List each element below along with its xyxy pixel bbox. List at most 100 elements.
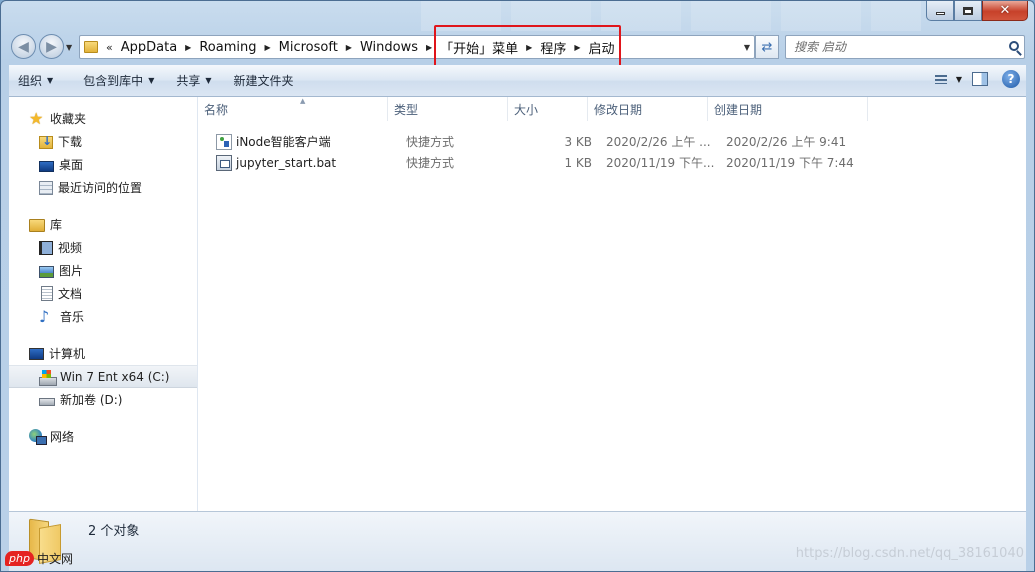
column-header-type[interactable]: 类型 bbox=[388, 97, 508, 121]
organize-label: 组织 bbox=[18, 74, 43, 88]
file-created: 2020/11/19 下午 7:44 bbox=[726, 156, 854, 170]
share-label: 共享 bbox=[176, 74, 201, 88]
file-type: 快捷方式 bbox=[406, 135, 455, 149]
sidebar-item-label: 库 bbox=[50, 218, 63, 232]
breadcrumb-separator-icon[interactable]: ▶ bbox=[264, 43, 270, 52]
include-library-button[interactable]: 包含到库中 ▼ bbox=[74, 69, 163, 93]
video-icon bbox=[39, 240, 53, 255]
network-group: 网络 bbox=[9, 425, 197, 448]
breadcrumb-item[interactable]: AppData bbox=[121, 40, 177, 55]
column-header-name[interactable]: 名称 bbox=[198, 97, 388, 121]
details-view-icon bbox=[934, 74, 947, 84]
sidebar-item-desktop[interactable]: 桌面 bbox=[9, 153, 197, 176]
preview-pane-button[interactable] bbox=[972, 72, 988, 86]
breadcrumb: « AppData ▶ Roaming ▶ Microsoft ▶ Window… bbox=[106, 38, 615, 57]
sidebar-item-computer[interactable]: 计算机 bbox=[9, 342, 197, 365]
address-bar[interactable]: « AppData ▶ Roaming ▶ Microsoft ▶ Window… bbox=[79, 35, 755, 59]
maximize-button[interactable] bbox=[954, 1, 982, 21]
breadcrumb-item[interactable]: Microsoft bbox=[279, 40, 338, 55]
breadcrumb-separator-icon[interactable]: ▶ bbox=[526, 43, 532, 52]
file-list: 名称 类型 大小 修改日期 创建日期 ▲ iNode智能客户端 快捷方式 3 K… bbox=[198, 97, 1026, 511]
sidebar-item-downloads[interactable]: 下载 bbox=[9, 130, 197, 153]
minimize-button[interactable] bbox=[926, 1, 954, 21]
sidebar-item-label: Win 7 Ent x64 (C:) bbox=[60, 369, 170, 384]
drive-icon bbox=[39, 398, 55, 406]
sidebar-item-drive-c[interactable]: Win 7 Ent x64 (C:) bbox=[9, 365, 197, 388]
sidebar-item-network[interactable]: 网络 bbox=[9, 425, 197, 448]
organize-button[interactable]: 组织 ▼ bbox=[9, 69, 62, 93]
change-view-button[interactable] bbox=[928, 69, 954, 89]
sidebar-item-drive-d[interactable]: 新加卷 (D:) bbox=[9, 388, 197, 411]
view-options-dropdown-icon[interactable]: ▼ bbox=[956, 75, 962, 84]
inode-shortcut-icon bbox=[216, 133, 232, 150]
address-history-dropdown-icon[interactable]: ▼ bbox=[744, 43, 750, 52]
breadcrumb-item[interactable]: Roaming bbox=[199, 40, 256, 55]
sidebar-item-videos[interactable]: 视频 bbox=[9, 236, 197, 259]
table-row[interactable]: jupyter_start.bat 快捷方式 1 KB 2020/11/19 下… bbox=[210, 152, 880, 173]
star-icon bbox=[29, 111, 45, 127]
sidebar-item-label: 图片 bbox=[59, 264, 84, 278]
view-controls: ▼ ? bbox=[928, 69, 1020, 89]
search-input[interactable] bbox=[786, 40, 991, 54]
refresh-icon: ⇄ bbox=[761, 39, 773, 55]
sidebar-item-label: 最近访问的位置 bbox=[58, 181, 143, 195]
watermark-badge: php bbox=[5, 551, 34, 566]
recent-pages-dropdown[interactable]: ▼ bbox=[66, 43, 72, 52]
sidebar-item-favorites[interactable]: 收藏夹 bbox=[9, 107, 197, 130]
chevron-down-icon: ▼ bbox=[47, 76, 54, 85]
document-icon bbox=[41, 286, 53, 301]
minimize-icon bbox=[935, 12, 945, 15]
help-button[interactable]: ? bbox=[1002, 70, 1020, 88]
command-bar: 组织 ▼ 包含到库中 ▼ 共享 ▼ 新建文件夹 ▼ ? bbox=[9, 65, 1026, 97]
forward-button[interactable]: ▶ bbox=[39, 34, 64, 59]
watermark-logo: php 中文网 bbox=[5, 550, 73, 567]
share-button[interactable]: 共享 ▼ bbox=[167, 69, 220, 93]
computer-icon bbox=[29, 348, 44, 360]
sidebar-item-label: 下载 bbox=[58, 135, 83, 149]
sidebar-item-label: 新加卷 (D:) bbox=[60, 393, 123, 407]
column-headers: 名称 类型 大小 修改日期 创建日期 ▲ bbox=[198, 97, 1026, 121]
back-button[interactable]: ◀ bbox=[11, 34, 36, 59]
sidebar-item-label: 文档 bbox=[58, 287, 83, 301]
content-area: 收藏夹 下载 桌面 最近访问的位置 库 视频 图片 文档 音乐 计算机 Win … bbox=[9, 97, 1026, 511]
refresh-button[interactable]: ⇄ bbox=[755, 35, 779, 59]
breadcrumb-separator-icon[interactable]: ▶ bbox=[185, 43, 191, 52]
watermark-url: https://blog.csdn.net/qq_38161040 bbox=[795, 546, 1024, 561]
caption-buttons: ✕ bbox=[926, 1, 1028, 21]
watermark-text: 中文网 bbox=[36, 552, 73, 566]
search-box[interactable] bbox=[785, 35, 1025, 59]
table-row[interactable]: iNode智能客户端 快捷方式 3 KB 2020/2/26 上午 ... 20… bbox=[210, 131, 880, 152]
file-modified: 2020/11/19 下午... bbox=[606, 156, 715, 170]
sidebar-item-music[interactable]: 音乐 bbox=[9, 305, 197, 328]
close-button[interactable]: ✕ bbox=[982, 1, 1028, 21]
breadcrumb-item[interactable]: Windows bbox=[360, 40, 418, 55]
breadcrumb-item[interactable]: 启动 bbox=[588, 38, 614, 57]
back-arrow-icon: ◀ bbox=[18, 38, 29, 55]
search-icon[interactable] bbox=[1009, 41, 1019, 51]
sidebar-item-pictures[interactable]: 图片 bbox=[9, 259, 197, 282]
include-library-label: 包含到库中 bbox=[83, 74, 144, 88]
folder-icon bbox=[84, 41, 98, 53]
breadcrumb-item[interactable]: 「开始」菜单 bbox=[440, 38, 518, 57]
file-size: 1 KB bbox=[564, 155, 592, 170]
column-header-size[interactable]: 大小 bbox=[508, 97, 588, 121]
breadcrumb-separator-icon[interactable]: ▶ bbox=[426, 43, 432, 52]
breadcrumb-separator-icon[interactable]: ▶ bbox=[346, 43, 352, 52]
computer-group: 计算机 Win 7 Ent x64 (C:) 新加卷 (D:) bbox=[9, 342, 197, 411]
explorer-window: ✕ ◀ ▶ ▼ « AppData ▶ Roaming ▶ Microsoft … bbox=[0, 0, 1035, 572]
chevron-down-icon: ▼ bbox=[205, 76, 212, 85]
breadcrumb-item[interactable]: 程序 bbox=[540, 38, 566, 57]
background-ghost bbox=[421, 1, 921, 31]
file-name-cell: jupyter_start.bat bbox=[210, 152, 400, 173]
sidebar-item-libraries[interactable]: 库 bbox=[9, 213, 197, 236]
new-folder-button[interactable]: 新建文件夹 bbox=[225, 69, 303, 93]
sidebar-item-documents[interactable]: 文档 bbox=[9, 282, 197, 305]
breadcrumb-separator-icon[interactable]: ▶ bbox=[574, 43, 580, 52]
file-name: jupyter_start.bat bbox=[236, 155, 337, 170]
column-header-created[interactable]: 创建日期 bbox=[708, 97, 868, 121]
sidebar-item-recent-places[interactable]: 最近访问的位置 bbox=[9, 176, 197, 199]
maximize-icon bbox=[963, 6, 973, 15]
breadcrumb-overflow[interactable]: « bbox=[106, 41, 113, 54]
sidebar-item-label: 收藏夹 bbox=[50, 112, 87, 126]
column-header-modified[interactable]: 修改日期 bbox=[588, 97, 708, 121]
